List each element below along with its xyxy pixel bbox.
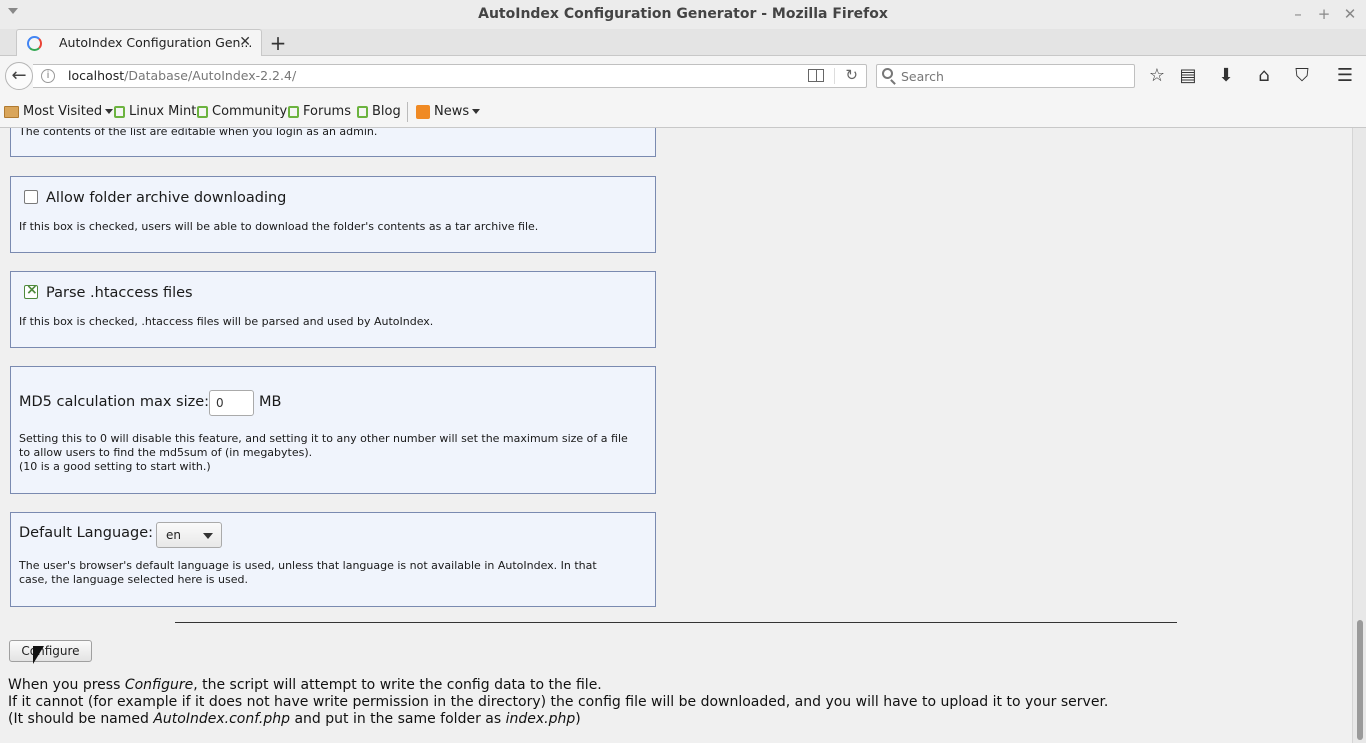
horizontal-divider xyxy=(175,622,1177,623)
page-scrollbar[interactable] xyxy=(1352,128,1366,743)
htaccess-label[interactable]: Parse .htaccess files xyxy=(46,285,193,301)
search-input[interactable] xyxy=(901,67,1121,85)
mint-icon xyxy=(288,105,299,118)
mint-icon xyxy=(114,105,125,118)
note-line-3: (It should be named AutoIndex.conf.php a… xyxy=(8,711,581,727)
chevron-down-icon xyxy=(472,109,481,114)
language-selected-value: en xyxy=(166,528,181,542)
download-icon[interactable]: ⬇ xyxy=(1214,64,1238,88)
url-bar[interactable]: i localhost/Database/AutoIndex-2.2.4/ ↻ xyxy=(33,64,867,88)
folder-icon xyxy=(4,105,19,118)
md5-desc-3: (10 is a good setting to start with.) xyxy=(19,460,211,473)
md5-label: MD5 calculation max size: xyxy=(19,394,210,410)
configure-notes: When you press Configure, the script wil… xyxy=(8,677,1108,728)
configure-button[interactable]: Configure xyxy=(9,640,92,662)
htaccess-checkbox[interactable] xyxy=(24,282,38,299)
home-icon[interactable]: ⌂ xyxy=(1252,64,1276,88)
archive-label[interactable]: Allow folder archive downloading xyxy=(46,190,286,206)
library-icon[interactable]: ▤ xyxy=(1176,64,1200,88)
navigation-toolbar: ← i localhost/Database/AutoIndex-2.2.4/ … xyxy=(0,56,1366,96)
bookmark-star-icon[interactable]: ☆ xyxy=(1145,64,1169,88)
mouse-cursor-icon xyxy=(33,646,44,664)
maximize-icon[interactable]: + xyxy=(1316,5,1332,23)
new-tab-icon[interactable]: + xyxy=(268,31,288,55)
md5-desc-2: to allow users to find the md5sum of (in… xyxy=(19,446,313,459)
window-titlebar: AutoIndex Configuration Generator - Mozi… xyxy=(0,0,1366,29)
tab-autoindex[interactable]: G AutoIndex Configuration Gen... ✕ xyxy=(16,29,262,57)
info-icon[interactable]: i xyxy=(41,69,55,83)
chevron-down-icon xyxy=(203,533,213,539)
archive-desc: If this box is checked, users will be ab… xyxy=(19,220,539,233)
md5-option-box: MD5 calculation max size: MB Setting thi… xyxy=(10,366,656,494)
note-line-1: When you press Configure, the script wil… xyxy=(8,677,602,693)
page-content: The contents of the list are editable wh… xyxy=(0,128,1352,743)
hamburger-menu-icon[interactable]: ☰ xyxy=(1333,64,1357,88)
md5-unit: MB xyxy=(259,394,282,410)
archive-option-box: Allow folder archive downloading If this… xyxy=(10,176,656,253)
bookmark-separator xyxy=(407,102,408,122)
tab-bar: G AutoIndex Configuration Gen... ✕ + xyxy=(0,29,1366,57)
back-icon[interactable]: ← xyxy=(5,62,33,90)
google-favicon-icon: G xyxy=(27,36,42,51)
bookmark-most-visited[interactable]: Most Visited xyxy=(4,104,114,119)
md5-desc-1: Setting this to 0 will disable this feat… xyxy=(19,432,628,445)
bookmark-community[interactable]: Community xyxy=(197,104,287,119)
archive-checkbox[interactable] xyxy=(24,190,38,204)
language-label: Default Language: xyxy=(19,525,154,541)
scrollbar-thumb[interactable] xyxy=(1357,620,1363,740)
tab-title: AutoIndex Configuration Gen... xyxy=(59,35,253,50)
language-desc-1: The user's browser's default language is… xyxy=(19,559,597,572)
language-select[interactable]: en xyxy=(156,522,222,548)
md5-size-input[interactable] xyxy=(209,390,254,416)
tab-close-icon[interactable]: ✕ xyxy=(239,34,251,50)
search-bar[interactable] xyxy=(876,64,1135,88)
rss-icon xyxy=(416,104,430,119)
search-icon xyxy=(882,68,893,79)
bookmark-blog[interactable]: Blog xyxy=(357,104,401,119)
admin-list-desc: The contents of the list are editable wh… xyxy=(19,128,378,138)
close-window-icon[interactable]: ✕ xyxy=(1342,5,1358,23)
window-title: AutoIndex Configuration Generator - Mozi… xyxy=(478,6,888,22)
pocket-icon[interactable]: ⛉ xyxy=(1290,64,1314,88)
note-line-2: If it cannot (for example if it does not… xyxy=(8,694,1109,710)
bookmark-linux-mint[interactable]: Linux Mint xyxy=(114,104,196,119)
url-text[interactable]: localhost/Database/AutoIndex-2.2.4/ xyxy=(68,68,296,83)
window-menu-icon[interactable] xyxy=(8,8,18,14)
minimize-icon[interactable]: – xyxy=(1290,5,1306,23)
language-option-box: Default Language: en The user's browser'… xyxy=(10,512,656,607)
bookmark-forums[interactable]: Forums xyxy=(288,104,351,119)
reload-icon[interactable]: ↻ xyxy=(845,66,858,84)
mint-icon xyxy=(357,105,368,118)
htaccess-option-box: Parse .htaccess files If this box is che… xyxy=(10,271,656,348)
mint-icon xyxy=(197,105,208,118)
language-desc-2: case, the language selected here is used… xyxy=(19,573,248,586)
bookmark-news[interactable]: News xyxy=(416,104,481,119)
bookmarks-toolbar: Most Visited Linux Mint Community Forums… xyxy=(0,96,1366,128)
htaccess-desc: If this box is checked, .htaccess files … xyxy=(19,315,434,328)
window-controls: – + ✕ xyxy=(1290,5,1358,23)
url-separator xyxy=(834,68,835,84)
admin-list-box: The contents of the list are editable wh… xyxy=(10,128,656,157)
chevron-down-icon xyxy=(105,109,114,114)
reader-view-icon[interactable] xyxy=(808,69,824,82)
